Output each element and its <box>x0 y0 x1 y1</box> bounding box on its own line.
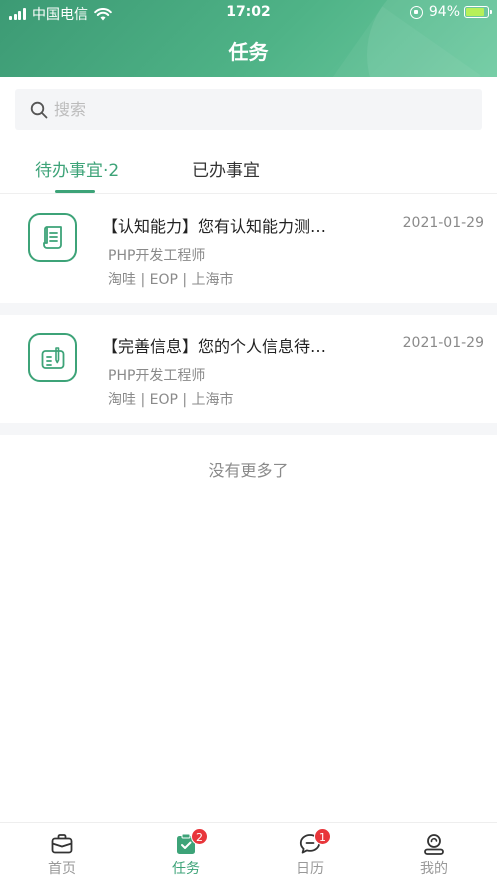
task-tabs: 待办事宜·2 已办事宜 <box>0 148 497 194</box>
task-title: 【完善信息】您的个人信息待… <box>102 337 327 356</box>
status-right: 94% <box>409 4 492 20</box>
document-icon <box>28 213 77 262</box>
calendar-badge: 1 <box>314 828 331 845</box>
list-divider <box>0 423 497 435</box>
task-title: 【认知能力】您有认知能力测… <box>102 217 327 236</box>
bottom-tabbar: 首页 2 任务 1 日历 我的 <box>0 822 497 883</box>
task-location: 淘哇 | EOP | 上海市 <box>108 272 234 288</box>
task-date: 2021-01-29 <box>402 335 484 351</box>
battery-icon <box>464 6 492 18</box>
tabbar-label: 我的 <box>420 861 448 877</box>
tabbar-label: 任务 <box>172 861 200 877</box>
active-tab-indicator <box>55 190 95 193</box>
task-list: 【认知能力】您有认知能力测… 2021-01-29 PHP开发工程师 淘哇 | … <box>0 195 497 435</box>
search-bar[interactable] <box>15 89 482 130</box>
task-item-profile[interactable]: 【完善信息】您的个人信息待… 2021-01-29 PHP开发工程师 淘哇 | … <box>0 315 497 423</box>
tab-completed[interactable]: 已办事宜 <box>192 156 260 181</box>
battery-percent: 94% <box>428 4 460 20</box>
tab-pending[interactable]: 待办事宜·2 <box>35 156 119 181</box>
status-bar: 中国电信 17:02 94% <box>0 0 497 26</box>
tabbar-item-home[interactable]: 首页 <box>0 823 124 883</box>
header-bar: 中国电信 17:02 94% 任务 <box>0 0 497 77</box>
list-divider <box>0 303 497 315</box>
task-position: PHP开发工程师 <box>108 248 206 264</box>
search-input[interactable] <box>54 100 454 119</box>
search-icon <box>30 101 48 118</box>
profile-icon <box>424 834 444 855</box>
edit-info-icon <box>28 333 77 382</box>
no-more-text: 没有更多了 <box>208 461 289 480</box>
task-item-cognitive[interactable]: 【认知能力】您有认知能力测… 2021-01-29 PHP开发工程师 淘哇 | … <box>0 195 497 303</box>
task-position: PHP开发工程师 <box>108 368 206 384</box>
rotation-lock-icon <box>409 5 423 19</box>
task-date: 2021-01-29 <box>402 215 484 231</box>
page-title: 任务 <box>228 40 269 64</box>
tabbar-item-tasks[interactable]: 2 任务 <box>124 823 248 883</box>
tabbar-item-me[interactable]: 我的 <box>372 823 496 883</box>
tasks-badge: 2 <box>191 828 208 845</box>
tabbar-label: 日历 <box>296 861 324 877</box>
task-location: 淘哇 | EOP | 上海市 <box>108 392 234 408</box>
briefcase-icon <box>51 834 73 854</box>
tabbar-item-calendar[interactable]: 1 日历 <box>248 823 372 883</box>
tabbar-label: 首页 <box>48 861 76 877</box>
